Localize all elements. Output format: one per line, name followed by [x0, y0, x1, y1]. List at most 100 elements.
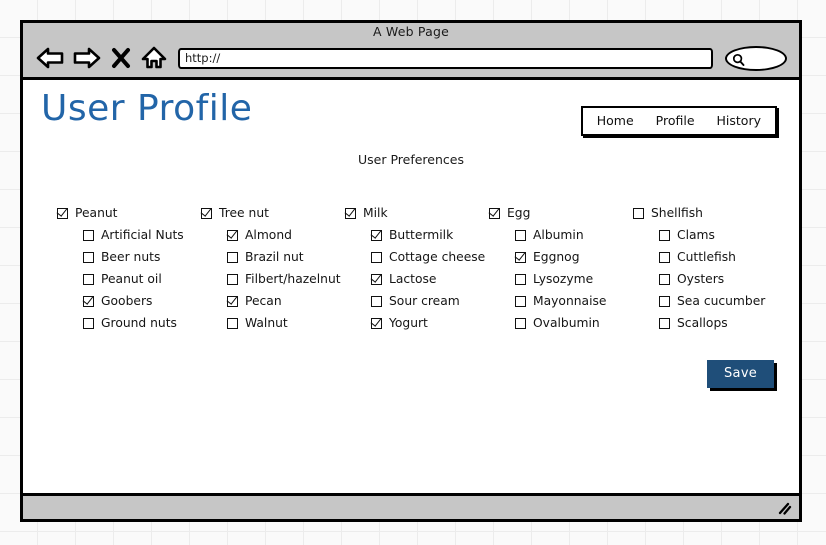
- checkbox-unchecked-icon[interactable]: [515, 229, 526, 241]
- checkbox-checked-icon[interactable]: [83, 295, 94, 307]
- preference-column: Tree nut Almond Brazil nut Filbert/hazelnut…: [201, 202, 345, 334]
- checkbox-unchecked-icon[interactable]: [83, 273, 94, 285]
- preference-item-checkbox[interactable]: Pecan: [201, 290, 345, 312]
- preference-column: Egg Albumin Eggnog Lysozyme Mayonnaise Ovalbu…: [489, 202, 633, 334]
- checkbox-label: Lysozyme: [533, 272, 594, 286]
- preference-item-checkbox[interactable]: Lactose: [345, 268, 489, 290]
- preference-item-checkbox[interactable]: Filbert/hazelnut: [201, 268, 345, 290]
- checkbox-unchecked-icon[interactable]: [371, 295, 382, 307]
- checkbox-unchecked-icon[interactable]: [83, 229, 94, 241]
- preference-group-checkbox[interactable]: Egg: [489, 202, 633, 224]
- checkbox-label: Artificial Nuts: [101, 228, 184, 242]
- checkbox-checked-icon[interactable]: [371, 317, 382, 329]
- browser-toolbar: http://: [23, 43, 799, 77]
- preference-item-checkbox[interactable]: Buttermilk: [345, 224, 489, 246]
- checkbox-checked-icon[interactable]: [227, 295, 238, 307]
- checkbox-unchecked-icon[interactable]: [659, 229, 670, 241]
- checkbox-unchecked-icon[interactable]: [515, 295, 526, 307]
- stop-x-icon[interactable]: [111, 47, 131, 69]
- nav-item-history[interactable]: History: [717, 113, 761, 128]
- checkbox-label: Buttermilk: [389, 228, 454, 242]
- checkbox-label: Egg: [507, 206, 531, 220]
- preference-group-checkbox[interactable]: Milk: [345, 202, 489, 224]
- url-input[interactable]: http://: [178, 48, 713, 69]
- checkbox-label: Ovalbumin: [533, 316, 600, 330]
- checkbox-label: Yogurt: [389, 316, 428, 330]
- checkbox-label: Albumin: [533, 228, 584, 242]
- checkbox-label: Mayonnaise: [533, 294, 607, 308]
- preference-item-checkbox[interactable]: Walnut: [201, 312, 345, 334]
- checkbox-unchecked-icon[interactable]: [83, 251, 94, 263]
- checkbox-unchecked-icon[interactable]: [515, 273, 526, 285]
- checkbox-label: Filbert/hazelnut: [245, 272, 341, 286]
- preference-item-checkbox[interactable]: Artificial Nuts: [57, 224, 201, 246]
- home-icon[interactable]: [140, 45, 168, 71]
- checkbox-label: Lactose: [389, 272, 437, 286]
- checkbox-checked-icon[interactable]: [515, 251, 526, 263]
- nav-item-home[interactable]: Home: [597, 113, 634, 128]
- preference-item-checkbox[interactable]: Sea cucumber: [633, 290, 777, 312]
- resize-grip-icon[interactable]: [776, 500, 792, 520]
- checkbox-checked-icon[interactable]: [371, 229, 382, 241]
- preference-item-checkbox[interactable]: Yogurt: [345, 312, 489, 334]
- preference-group-checkbox[interactable]: Shellfish: [633, 202, 777, 224]
- preference-column: Shellfish Clams Cuttlefish Oysters Sea cucum…: [633, 202, 777, 334]
- checkbox-unchecked-icon[interactable]: [659, 317, 670, 329]
- checkbox-checked-icon[interactable]: [57, 207, 68, 219]
- checkbox-unchecked-icon[interactable]: [227, 251, 238, 263]
- preference-item-checkbox[interactable]: Goobers: [57, 290, 201, 312]
- checkbox-label: Clams: [677, 228, 715, 242]
- search-input[interactable]: [725, 46, 787, 71]
- checkbox-label: Ground nuts: [101, 316, 177, 330]
- checkbox-label: Beer nuts: [101, 250, 161, 264]
- checkbox-checked-icon[interactable]: [489, 207, 500, 219]
- preference-item-checkbox[interactable]: Peanut oil: [57, 268, 201, 290]
- preference-group-checkbox[interactable]: Peanut: [57, 202, 201, 224]
- save-button[interactable]: Save: [707, 360, 775, 388]
- preference-item-checkbox[interactable]: Ovalbumin: [489, 312, 633, 334]
- checkbox-label: Oysters: [677, 272, 725, 286]
- preference-item-checkbox[interactable]: Beer nuts: [57, 246, 201, 268]
- checkbox-checked-icon[interactable]: [227, 229, 238, 241]
- checkbox-label: Tree nut: [219, 206, 269, 220]
- preference-item-checkbox[interactable]: Almond: [201, 224, 345, 246]
- checkbox-unchecked-icon[interactable]: [227, 317, 238, 329]
- checkbox-label: Goobers: [101, 294, 153, 308]
- checkbox-unchecked-icon[interactable]: [227, 273, 238, 285]
- preference-item-checkbox[interactable]: Cottage cheese: [345, 246, 489, 268]
- preference-item-checkbox[interactable]: Ground nuts: [57, 312, 201, 334]
- preference-item-checkbox[interactable]: Oysters: [633, 268, 777, 290]
- checkbox-checked-icon[interactable]: [345, 207, 356, 219]
- preference-item-checkbox[interactable]: Eggnog: [489, 246, 633, 268]
- preference-item-checkbox[interactable]: Albumin: [489, 224, 633, 246]
- checkbox-checked-icon[interactable]: [371, 273, 382, 285]
- checkbox-label: Peanut oil: [101, 272, 162, 286]
- preference-group-checkbox[interactable]: Tree nut: [201, 202, 345, 224]
- page-title: User Profile: [41, 88, 253, 129]
- back-arrow-icon[interactable]: [36, 45, 66, 71]
- preference-item-checkbox[interactable]: Mayonnaise: [489, 290, 633, 312]
- checkbox-unchecked-icon[interactable]: [83, 317, 94, 329]
- status-bar: [23, 493, 799, 519]
- preference-item-checkbox[interactable]: Scallops: [633, 312, 777, 334]
- preference-item-checkbox[interactable]: Lysozyme: [489, 268, 633, 290]
- browser-window: A Web Page http:// User Profile Home Pro…: [20, 20, 802, 522]
- checkbox-unchecked-icon[interactable]: [659, 251, 670, 263]
- preference-item-checkbox[interactable]: Sour cream: [345, 290, 489, 312]
- preference-item-checkbox[interactable]: Brazil nut: [201, 246, 345, 268]
- checkbox-label: Brazil nut: [245, 250, 304, 264]
- checkbox-label: Pecan: [245, 294, 282, 308]
- checkbox-unchecked-icon[interactable]: [371, 251, 382, 263]
- window-title: A Web Page: [372, 24, 449, 39]
- preference-item-checkbox[interactable]: Cuttlefish: [633, 246, 777, 268]
- forward-arrow-icon[interactable]: [71, 45, 101, 71]
- checkbox-label: Scallops: [677, 316, 728, 330]
- checkbox-unchecked-icon[interactable]: [515, 317, 526, 329]
- preference-item-checkbox[interactable]: Clams: [633, 224, 777, 246]
- checkbox-unchecked-icon[interactable]: [659, 295, 670, 307]
- checkbox-unchecked-icon[interactable]: [659, 273, 670, 285]
- checkbox-checked-icon[interactable]: [201, 207, 212, 219]
- nav-item-profile[interactable]: Profile: [656, 113, 695, 128]
- checkbox-unchecked-icon[interactable]: [633, 207, 644, 219]
- checkbox-label: Eggnog: [533, 250, 580, 264]
